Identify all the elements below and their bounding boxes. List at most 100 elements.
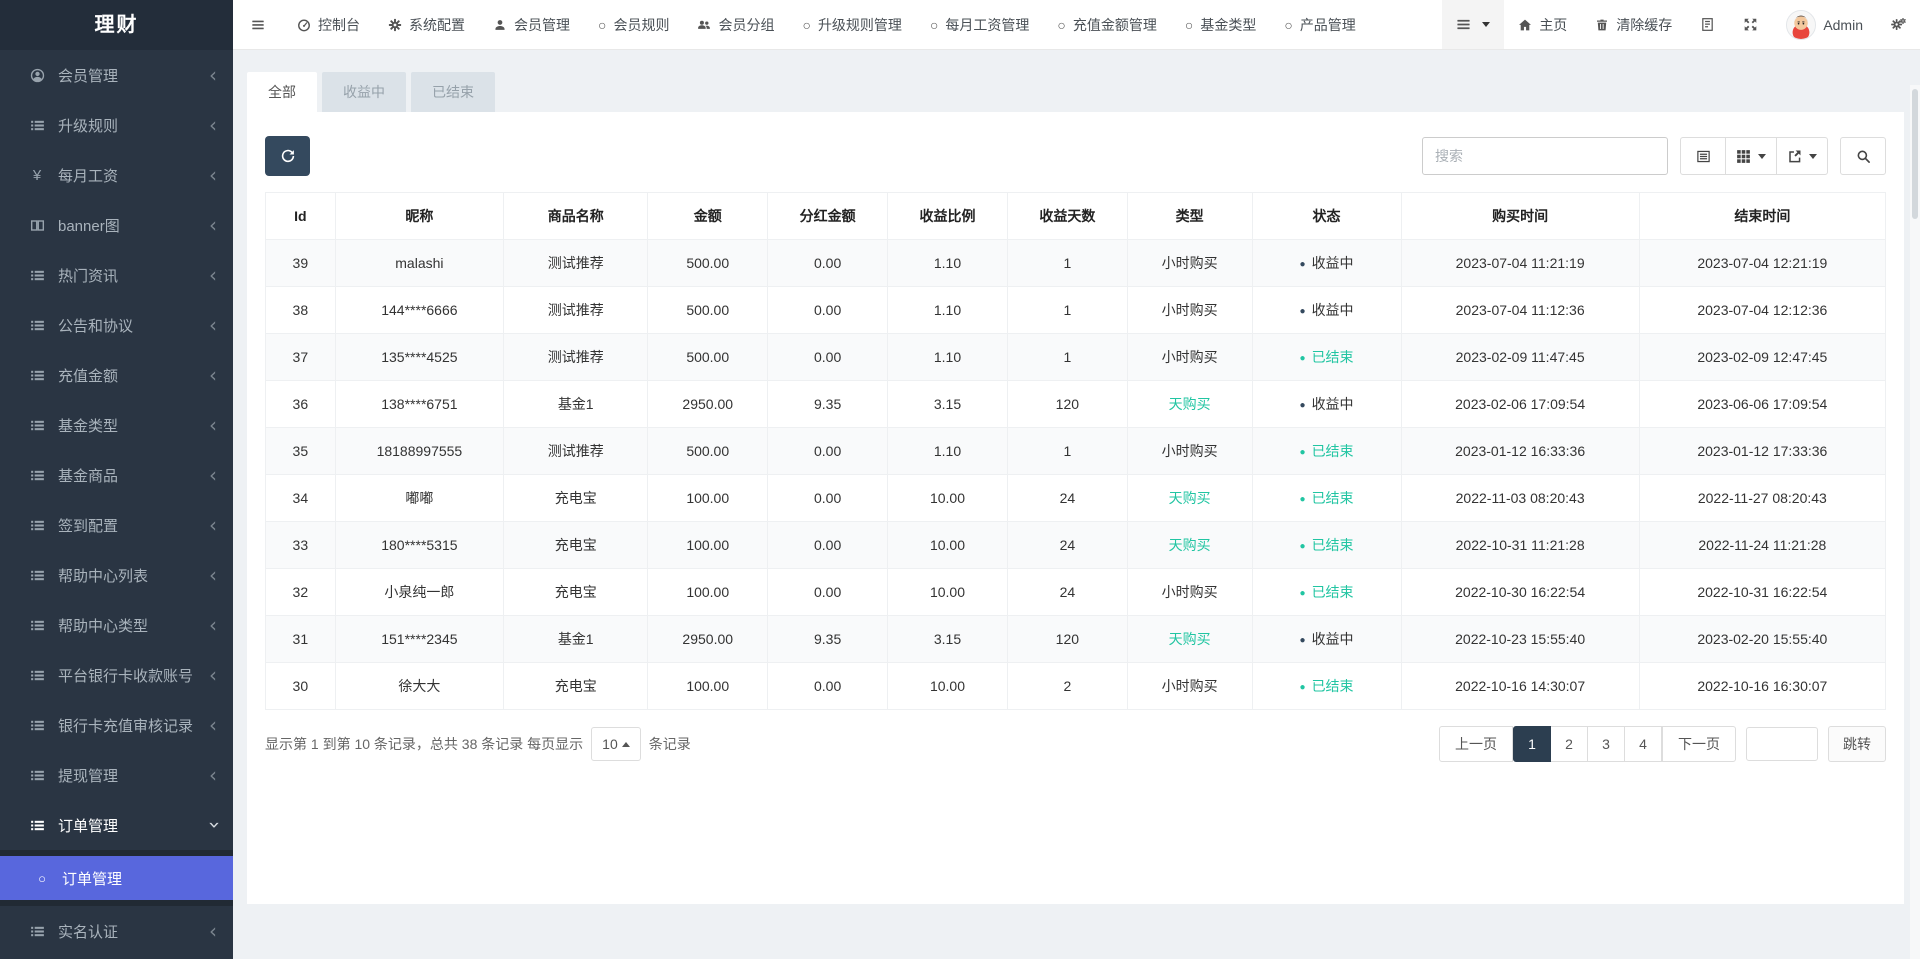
sidebar-item[interactable]: 帮助中心类型‹ — [0, 600, 233, 650]
sidebar-item[interactable]: 基金商品‹ — [0, 450, 233, 500]
cell-days: 1 — [1007, 334, 1127, 381]
records-summary: 显示第 1 到第 10 条记录，总共 38 条记录 每页显示 10 条记录 — [265, 727, 691, 761]
cell-type: 天购买 — [1127, 475, 1252, 522]
fullscreen-button[interactable] — [1729, 0, 1772, 49]
next-page-button[interactable]: 下一页 — [1662, 726, 1736, 762]
cell-days: 1 — [1007, 240, 1127, 287]
table-header-cell[interactable]: 收益比例 — [888, 193, 1008, 240]
sidebar-subitem[interactable]: ○订单管理 — [0, 856, 233, 900]
cell-status: ●收益中 — [1252, 287, 1401, 334]
table-header-cell[interactable]: 类型 — [1127, 193, 1252, 240]
page-size-button[interactable]: 10 — [591, 727, 641, 761]
sidebar-item[interactable]: 基金类型‹ — [0, 400, 233, 450]
cell-days: 120 — [1007, 616, 1127, 663]
page-button[interactable]: 4 — [1624, 726, 1662, 762]
sidebar-item[interactable]: 升级规则‹ — [0, 100, 233, 150]
topnav-item[interactable]: ○每月工资管理 — [916, 0, 1043, 49]
tab[interactable]: 已结束 — [411, 72, 495, 112]
cell-product: 测试推荐 — [504, 240, 648, 287]
refresh-button[interactable] — [265, 136, 310, 176]
list-icon — [1456, 17, 1471, 32]
cell-product: 测试推荐 — [504, 287, 648, 334]
topnav-item-label: 控制台 — [318, 15, 360, 35]
topnav-item[interactable]: ○会员规则 — [584, 0, 683, 49]
docs-button[interactable] — [1686, 0, 1729, 49]
home-button[interactable]: 主页 — [1504, 0, 1581, 49]
topnav-item[interactable]: 会员分组 — [683, 0, 788, 49]
detail-view-button[interactable] — [1680, 137, 1726, 175]
clear-cache-button[interactable]: 清除缓存 — [1581, 0, 1686, 49]
cogs-icon — [1891, 17, 1906, 32]
status-label: 已结束 — [1312, 584, 1354, 600]
search-button[interactable] — [1840, 137, 1886, 175]
gear-icon — [388, 18, 402, 32]
settings-button[interactable] — [1877, 0, 1920, 49]
tab[interactable]: 收益中 — [322, 72, 406, 112]
table-header-cell[interactable]: 分红金额 — [768, 193, 888, 240]
cell-product: 充电宝 — [504, 475, 648, 522]
page-button[interactable]: 3 — [1587, 726, 1625, 762]
page-jump-button[interactable]: 跳转 — [1828, 726, 1886, 762]
table-header-cell[interactable]: 昵称 — [335, 193, 503, 240]
cell-status: ●已结束 — [1252, 663, 1401, 710]
tab[interactable]: 全部 — [247, 72, 317, 112]
topnav-item[interactable]: ○基金类型 — [1171, 0, 1270, 49]
list-icon — [26, 118, 48, 133]
sidebar-item[interactable]: 订单管理‹ — [0, 800, 233, 850]
sidebar-item[interactable]: 签到配置‹ — [0, 500, 233, 550]
prev-page-button[interactable]: 上一页 — [1439, 726, 1513, 762]
brand-logo[interactable]: 理财 — [0, 0, 233, 50]
table-header-cell[interactable]: 结束时间 — [1639, 193, 1885, 240]
search-input[interactable] — [1422, 137, 1668, 175]
topnav-item[interactable]: 系统配置 — [374, 0, 479, 49]
sidebar-item[interactable]: 热门资讯‹ — [0, 250, 233, 300]
table-header-cell[interactable]: 金额 — [648, 193, 768, 240]
table-row: 33180****5315充电宝100.000.0010.0024天购买●已结束… — [266, 522, 1886, 569]
topnav-item[interactable]: ○产品管理 — [1270, 0, 1369, 49]
sidebar-item[interactable]: banner图‹ — [0, 200, 233, 250]
cell-nickname: 嘟嘟 — [335, 475, 503, 522]
admin-menu[interactable]: Admin — [1772, 0, 1877, 49]
cell-id: 32 — [266, 569, 336, 616]
cell-days: 24 — [1007, 569, 1127, 616]
columns-toggle-button[interactable] — [1725, 137, 1777, 175]
scrollbar[interactable] — [1910, 85, 1920, 959]
sidebar-item[interactable]: ¥每月工资‹ — [0, 150, 233, 200]
sidebar-item[interactable]: 银行卡充值审核记录‹ — [0, 700, 233, 750]
scrollbar-thumb[interactable] — [1912, 89, 1918, 219]
sidebar-item[interactable]: 平台银行卡收款账号‹ — [0, 650, 233, 700]
sidebar-item[interactable]: 实名认证‹ — [0, 906, 233, 956]
sidebar-item[interactable]: 公告和协议‹ — [0, 300, 233, 350]
table-header-cell[interactable]: 状态 — [1252, 193, 1401, 240]
sidebar-item[interactable]: 提现管理‹ — [0, 750, 233, 800]
topnav-item-label: 会员规则 — [613, 15, 669, 35]
cell-status: ●收益中 — [1252, 381, 1401, 428]
cell-ratio: 10.00 — [888, 569, 1008, 616]
cell-type: 天购买 — [1127, 522, 1252, 569]
sidebar-item[interactable]: 帮助中心列表‹ — [0, 550, 233, 600]
cell-end-time: 2023-02-09 12:47:45 — [1639, 334, 1885, 381]
status-dot-icon: ● — [1300, 259, 1306, 270]
table-header-cell[interactable]: 收益天数 — [1007, 193, 1127, 240]
page-button[interactable]: 2 — [1550, 726, 1588, 762]
cell-days: 120 — [1007, 381, 1127, 428]
sidebar-toggle-button[interactable] — [233, 0, 283, 49]
table-header-cell[interactable]: Id — [266, 193, 336, 240]
table-header-cell[interactable]: 购买时间 — [1401, 193, 1639, 240]
page-button[interactable]: 1 — [1513, 726, 1551, 762]
page-jump-input[interactable] — [1746, 727, 1818, 761]
status-label: 收益中 — [1312, 631, 1354, 647]
export-button[interactable] — [1776, 137, 1828, 175]
cell-end-time: 2022-11-24 11:21:28 — [1639, 522, 1885, 569]
tabs-list-dropdown[interactable] — [1442, 0, 1504, 49]
sidebar-item-label: 基金类型 — [58, 415, 118, 436]
table-row: 30徐大大充电宝100.000.0010.002小时购买●已结束2022-10-… — [266, 663, 1886, 710]
topnav-item[interactable]: 控制台 — [283, 0, 374, 49]
sidebar-item[interactable]: 充值金额‹ — [0, 350, 233, 400]
sidebar-item[interactable]: 会员管理‹ — [0, 50, 233, 100]
topnav-item[interactable]: ○升级规则管理 — [788, 0, 915, 49]
chevron-left-icon: ‹ — [209, 365, 217, 385]
topnav-item[interactable]: ○充值金额管理 — [1043, 0, 1170, 49]
table-header-cell[interactable]: 商品名称 — [504, 193, 648, 240]
topnav-item[interactable]: 会员管理 — [479, 0, 584, 49]
